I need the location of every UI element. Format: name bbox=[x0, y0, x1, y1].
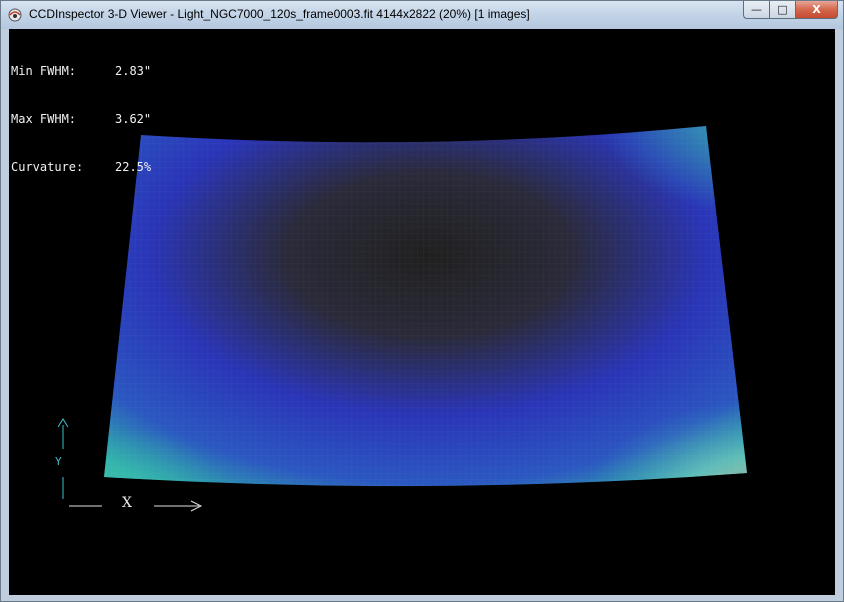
window-title: CCDInspector 3-D Viewer - Light_NGC7000_… bbox=[29, 7, 530, 21]
max-fwhm-label: Max FWHM: bbox=[11, 112, 77, 126]
minimize-icon: — bbox=[751, 3, 762, 16]
y-axis-label: Y bbox=[55, 455, 62, 468]
curvature-label: Curvature: bbox=[11, 160, 84, 174]
fwhm-stats: Min FWHM: 2.83" Max FWHM: 3.62" Curvatur… bbox=[11, 31, 151, 207]
min-fwhm-label: Min FWHM: bbox=[11, 64, 77, 78]
min-fwhm-row: Min FWHM: 2.83" bbox=[11, 63, 151, 79]
maximize-button[interactable]: □ bbox=[769, 1, 795, 19]
min-fwhm-value: 2.83" bbox=[115, 64, 152, 78]
curvature-row: Curvature: 22.5% bbox=[11, 159, 151, 175]
max-fwhm-row: Max FWHM: 3.62" bbox=[11, 111, 151, 127]
maximize-icon: □ bbox=[777, 3, 788, 16]
x-axis-label: X bbox=[122, 495, 132, 511]
max-fwhm-value: 3.62" bbox=[115, 112, 152, 126]
curvature-value: 22.5% bbox=[115, 160, 152, 174]
title-bar[interactable]: CCDInspector 3-D Viewer - Light_NGC7000_… bbox=[1, 1, 843, 29]
close-button[interactable]: X bbox=[795, 1, 838, 19]
app-icon[interactable] bbox=[7, 7, 23, 23]
caption-buttons: — □ X bbox=[743, 1, 838, 21]
viewer-window: CCDInspector 3-D Viewer - Light_NGC7000_… bbox=[0, 0, 844, 602]
viewer-canvas[interactable]: Min FWHM: 2.83" Max FWHM: 3.62" Curvatur… bbox=[9, 29, 835, 595]
surface-mesh bbox=[104, 126, 747, 487]
minimize-button[interactable]: — bbox=[743, 1, 769, 19]
close-icon: X bbox=[812, 3, 821, 16]
